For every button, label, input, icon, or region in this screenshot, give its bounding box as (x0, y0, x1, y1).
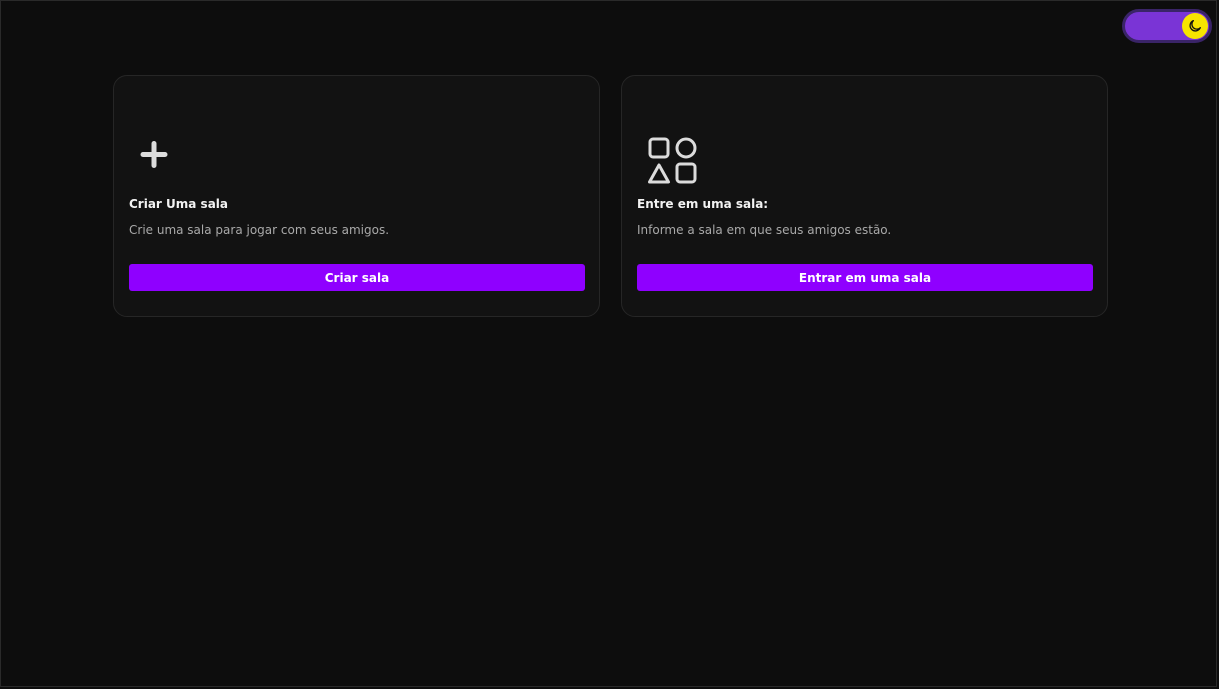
create-room-card: Criar Uma sala Crie uma sala para jogar … (113, 75, 600, 317)
card-title: Criar Uma sala (129, 197, 229, 211)
card-title: Entre em uma sala: (637, 197, 769, 211)
shapes-icon (637, 134, 697, 194)
card-description: Informe a sala em que seus amigos estão. (637, 223, 892, 237)
app-window: Criar Uma sala Crie uma sala para jogar … (0, 0, 1217, 687)
moon-icon (1189, 20, 1201, 32)
toggle-knob (1182, 13, 1208, 39)
plus-icon (129, 134, 189, 194)
join-room-card: Entre em uma sala: Informe a sala em que… (621, 75, 1108, 317)
join-room-button[interactable]: Entrar em uma sala (637, 264, 1093, 291)
create-room-button[interactable]: Criar sala (129, 264, 585, 291)
card-description: Crie uma sala para jogar com seus amigos… (129, 223, 390, 237)
theme-toggle[interactable] (1122, 9, 1212, 43)
